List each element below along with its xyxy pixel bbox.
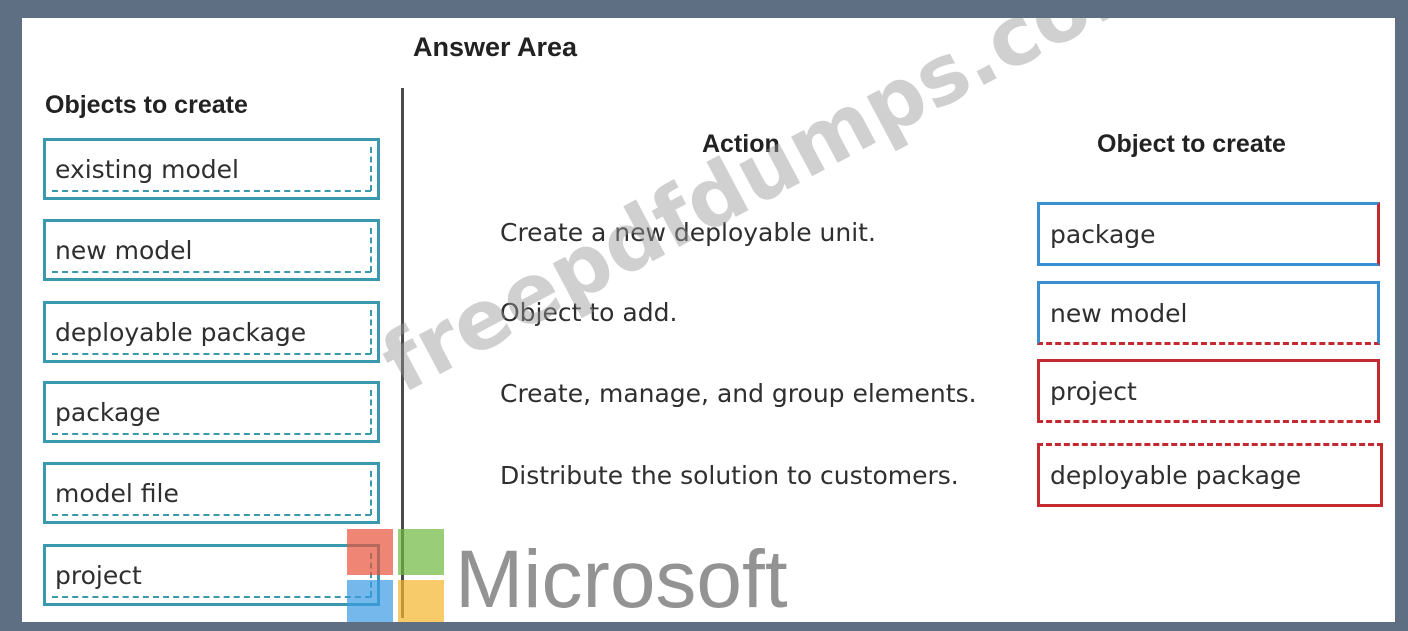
object-existing-model[interactable]: existing model (43, 138, 380, 200)
answer-slot-4[interactable]: deployable package (1037, 443, 1383, 507)
action-row-3: Create, manage, and group elements. (500, 379, 977, 408)
action-column-header: Action (702, 130, 780, 158)
answer-area-title: Answer Area (413, 32, 578, 62)
object-label: project (55, 560, 142, 590)
drag-drop-panel: Answer Area Objects to create existing m… (22, 18, 1395, 622)
answer-label: deployable package (1050, 460, 1302, 490)
object-column-header: Object to create (1097, 130, 1286, 158)
object-label: existing model (55, 154, 239, 184)
answer-label: package (1050, 219, 1156, 249)
answer-slot-1[interactable]: package (1037, 202, 1380, 266)
object-package[interactable]: package (43, 381, 380, 443)
answer-slot-3[interactable]: project (1037, 359, 1380, 423)
object-new-model[interactable]: new model (43, 219, 380, 281)
object-label: package (55, 397, 161, 427)
answer-slot-2[interactable]: new model (1037, 281, 1380, 345)
action-row-4: Distribute the solution to customers. (500, 461, 959, 490)
objects-to-create-title: Objects to create (45, 91, 248, 119)
object-label: model file (55, 478, 179, 508)
action-row-1: Create a new deployable unit. (500, 218, 876, 247)
panel-divider (401, 88, 404, 618)
action-row-2: Object to add. (500, 298, 678, 327)
object-label: deployable package (55, 317, 307, 347)
answer-label: project (1050, 376, 1137, 406)
object-label: new model (55, 235, 193, 265)
microsoft-wordmark: Microsoft (455, 534, 788, 622)
object-project[interactable]: project (43, 544, 380, 606)
answer-label: new model (1050, 298, 1188, 328)
object-deployable-package[interactable]: deployable package (43, 301, 380, 363)
object-model-file[interactable]: model file (43, 462, 380, 524)
